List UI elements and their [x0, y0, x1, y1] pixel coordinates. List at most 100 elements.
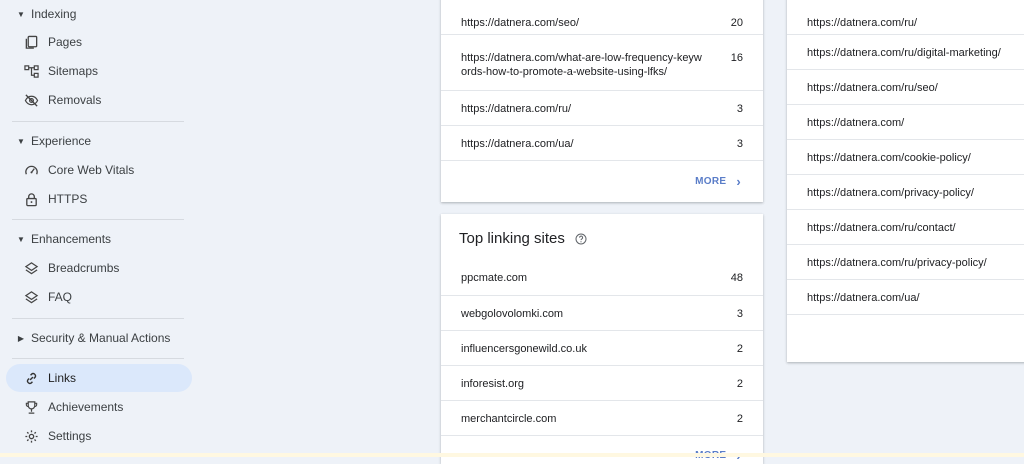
page-url-line-2: ords-how-to-promote-a-website-using-lfks…: [461, 66, 668, 78]
page-url: https://datnera.com/: [807, 117, 905, 129]
page-url: https://datnera.com/ua/: [807, 292, 920, 304]
table-row[interactable]: https://datnera.com/ru/: [787, 0, 1024, 35]
link-count: 3: [736, 138, 743, 150]
top-linked-pages-card: https://datnera.com/seo/ 20 https://datn…: [441, 0, 763, 202]
table-row[interactable]: https://datnera.com/ru/contact/: [787, 210, 1024, 245]
gear-icon: [22, 427, 40, 445]
table-row[interactable]: https://datnera.com/what-are-low-frequen…: [441, 35, 763, 91]
page-url: https://datnera.com/cookie-policy/: [807, 152, 971, 164]
table-row[interactable]: https://datnera.com/seo/ 20: [441, 0, 763, 35]
table-row[interactable]: https://datnera.com/ru/ 3: [441, 91, 763, 126]
table-row[interactable]: https://datnera.com/cookie-policy/: [787, 140, 1024, 175]
sidebar-item-label: FAQ: [48, 290, 73, 304]
more-label: MORE: [695, 176, 727, 187]
sidebar-item-label: Core Web Vitals: [48, 163, 135, 177]
table-row[interactable]: https://datnera.com/ua/: [787, 280, 1024, 315]
sidebar-item-core-web-vitals[interactable]: Core Web Vitals: [6, 156, 192, 184]
page-url: https://datnera.com/seo/: [461, 17, 580, 29]
sidebar-item-https[interactable]: HTTPS: [6, 185, 192, 213]
link-count: 2: [736, 413, 743, 425]
caret-down-icon: ▼: [17, 136, 25, 146]
sidebar-item-pages[interactable]: Pages: [6, 28, 192, 56]
site-name: merchantcircle.com: [461, 413, 557, 425]
link-count: 3: [736, 103, 743, 115]
table-row[interactable]: merchantcircle.com 2: [441, 401, 763, 436]
layers-icon: [22, 288, 40, 306]
link-count: 48: [730, 272, 743, 284]
sidebar-item-label: HTTPS: [48, 192, 88, 206]
caret-down-icon: ▼: [17, 234, 25, 244]
divider: [12, 318, 184, 319]
table-row[interactable]: https://datnera.com/ru/privacy-policy/: [787, 245, 1024, 280]
table-row[interactable]: https://datnera.com/ua/ 3: [441, 126, 763, 161]
page-url: https://datnera.com/ua/: [461, 138, 574, 150]
table-row[interactable]: https://datnera.com/ru/digital-marketing…: [787, 35, 1024, 70]
divider: [12, 219, 184, 220]
section-label: Indexing: [31, 7, 77, 21]
more-button[interactable]: MORE ›: [695, 174, 741, 189]
link-count: 3: [736, 308, 743, 320]
link-count: 20: [730, 17, 743, 29]
page-url: https://datnera.com/privacy-policy/: [807, 187, 974, 199]
table-row[interactable]: inforesist.org 2: [441, 366, 763, 401]
caret-down-icon: ▼: [17, 9, 25, 19]
help-icon[interactable]: [575, 233, 587, 245]
table-row[interactable]: https://datnera.com/ru/seo/: [787, 70, 1024, 105]
lock-icon: [22, 190, 40, 208]
page-url: https://datnera.com/ru/privacy-policy/: [807, 257, 987, 269]
site-name: inforesist.org: [461, 378, 524, 390]
sidebar: ▼ Indexing Pages Sitemaps Removals ▼ Exp…: [0, 0, 200, 457]
internal-links-card: https://datnera.com/ru/ https://datnera.…: [787, 0, 1024, 362]
sidebar-item-settings[interactable]: Settings: [6, 422, 192, 450]
page-url-line-1: https://datnera.com/what-are-low-frequen…: [461, 52, 702, 64]
site-name: ppcmate.com: [461, 272, 528, 284]
link-count: 2: [736, 378, 743, 390]
table-row[interactable]: webgolovolomki.com 3: [441, 296, 763, 331]
sidebar-item-label: Achievements: [48, 400, 124, 414]
sidebar-item-links[interactable]: Links: [6, 364, 192, 392]
sidebar-item-label: Breadcrumbs: [48, 261, 120, 275]
table-row[interactable]: ppcmate.com 48: [441, 260, 763, 296]
sidebar-item-label: Pages: [48, 35, 83, 49]
divider: [12, 121, 184, 122]
sidebar-item-faq[interactable]: FAQ: [6, 283, 192, 311]
gauge-icon: [22, 161, 40, 179]
section-label: Experience: [31, 134, 92, 148]
link-count: 16: [730, 52, 743, 64]
sidebar-item-label: Sitemaps: [48, 64, 99, 78]
page-url: https://datnera.com/ru/: [807, 17, 918, 29]
page-url: https://datnera.com/ru/: [461, 103, 572, 115]
table-row[interactable]: https://datnera.com/privacy-policy/: [787, 175, 1024, 210]
sidebar-item-label: Removals: [48, 93, 102, 107]
section-indexing[interactable]: ▼ Indexing: [0, 2, 190, 26]
eye-off-icon: [22, 91, 40, 109]
link-count: 2: [736, 343, 743, 355]
sidebar-item-removals[interactable]: Removals: [6, 86, 192, 114]
pages-icon: [22, 33, 40, 51]
sidebar-item-label: Settings: [48, 429, 92, 443]
chevron-right-icon: ›: [736, 174, 741, 189]
sidebar-item-achievements[interactable]: Achievements: [6, 393, 192, 421]
sitemap-icon: [22, 62, 40, 80]
layers-icon: [22, 259, 40, 277]
caret-right-icon: ▶: [17, 333, 25, 343]
page-url: https://datnera.com/ru/seo/: [807, 82, 938, 94]
trophy-icon: [22, 398, 40, 416]
card-title-text: Top linking sites: [459, 230, 565, 247]
section-enhancements[interactable]: ▼ Enhancements: [0, 227, 190, 251]
divider: [12, 358, 184, 359]
table-row[interactable]: influencersgonewild.co.uk 2: [441, 331, 763, 366]
sidebar-item-breadcrumbs[interactable]: Breadcrumbs: [6, 254, 192, 282]
sidebar-item-sitemaps[interactable]: Sitemaps: [6, 57, 192, 85]
page-url: https://datnera.com/ru/digital-marketing…: [807, 47, 1001, 59]
top-linking-sites-card: Top linking sites ppcmate.com 48 webgolo…: [441, 214, 763, 464]
section-security[interactable]: ▶ Security & Manual Actions: [0, 326, 190, 350]
bottom-strip: [0, 453, 1024, 457]
link-icon: [22, 369, 40, 387]
site-name: influencersgonewild.co.uk: [461, 343, 587, 355]
section-experience[interactable]: ▼ Experience: [0, 129, 190, 153]
table-row[interactable]: https://datnera.com/: [787, 105, 1024, 140]
sidebar-item-label: Links: [48, 371, 77, 385]
section-label: Security & Manual Actions: [31, 331, 171, 345]
page-url: https://datnera.com/ru/contact/: [807, 222, 956, 234]
